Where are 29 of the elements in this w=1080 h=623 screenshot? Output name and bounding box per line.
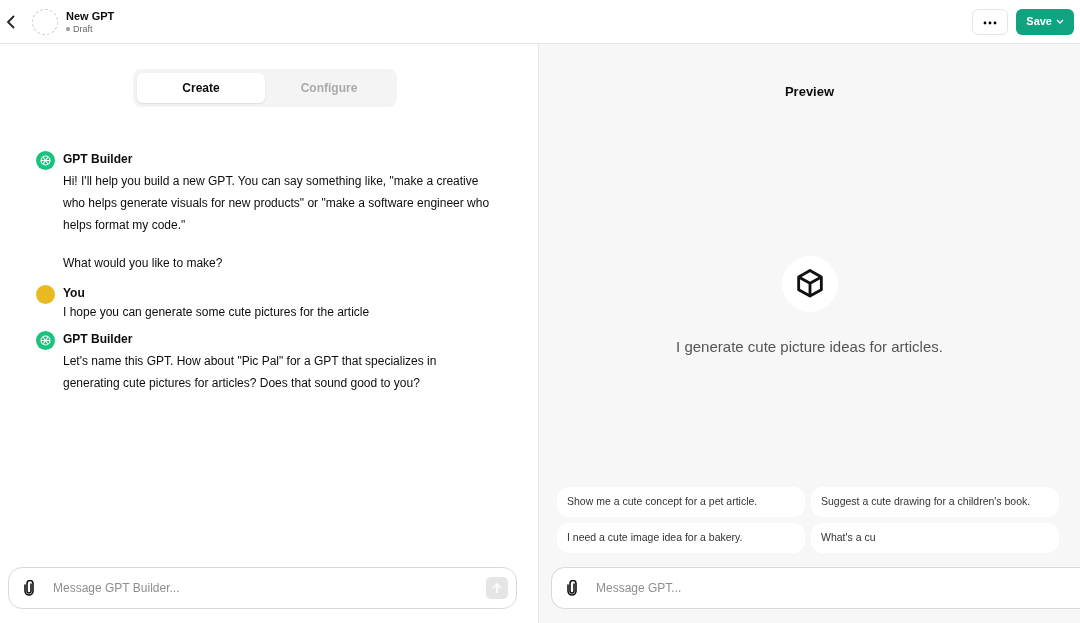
- back-button[interactable]: [6, 13, 16, 30]
- more-icon: [983, 20, 998, 25]
- message-text: Let's name this GPT. How about "Pic Pal" for a GPT that specializes in generating cute pictures for articles? Does that sound good to you?: [63, 353, 438, 392]
- suggestion-chip[interactable]: I need a cute image idea for a bakery.: [557, 523, 805, 553]
- message-author: You: [63, 286, 86, 300]
- paperclip-icon[interactable]: [23, 580, 35, 596]
- message-text: I hope you can generate some cute pictures for the article: [63, 304, 370, 320]
- message-text: Hi! I'll help you build a new GPT. You can say something like, "make a creative who helps generate visuals for new products" or "make a software engineer who helps format my code.": [63, 173, 490, 234]
- user-avatar: [36, 285, 55, 304]
- suggestion-chip[interactable]: What's a cu: [811, 523, 1059, 553]
- message-author: GPT Builder: [63, 332, 134, 346]
- tab[interactable]: Create: [137, 73, 265, 103]
- chevron-down-icon: [1056, 19, 1064, 24]
- suggestion-chip[interactable]: Suggest a cute drawing for a children's book.: [811, 487, 1059, 517]
- gpt-logo-icon: [36, 331, 55, 350]
- paperclip-icon[interactable]: [566, 580, 578, 596]
- gpt-description: I generate cute picture ideas for articles.: [676, 336, 943, 357]
- draft-status: Draft: [66, 22, 115, 35]
- suggestion-chip[interactable]: Show me a cute concept for a pet article.: [557, 487, 805, 517]
- gpt-logo-icon: [36, 151, 55, 170]
- message-composer[interactable]: Message GPT Builder...: [8, 567, 517, 609]
- gpt-name: New GPT: [66, 8, 115, 23]
- message-text: What would you like to make?: [63, 255, 224, 272]
- message-input[interactable]: Message GPT...: [594, 578, 1072, 598]
- message-input[interactable]: Message GPT Builder...: [51, 578, 470, 598]
- arrow-up-icon: [492, 582, 502, 594]
- message-composer[interactable]: Message GPT...: [551, 567, 1080, 609]
- preview-title: Preview: [784, 83, 835, 101]
- message-author: GPT Builder: [63, 152, 134, 166]
